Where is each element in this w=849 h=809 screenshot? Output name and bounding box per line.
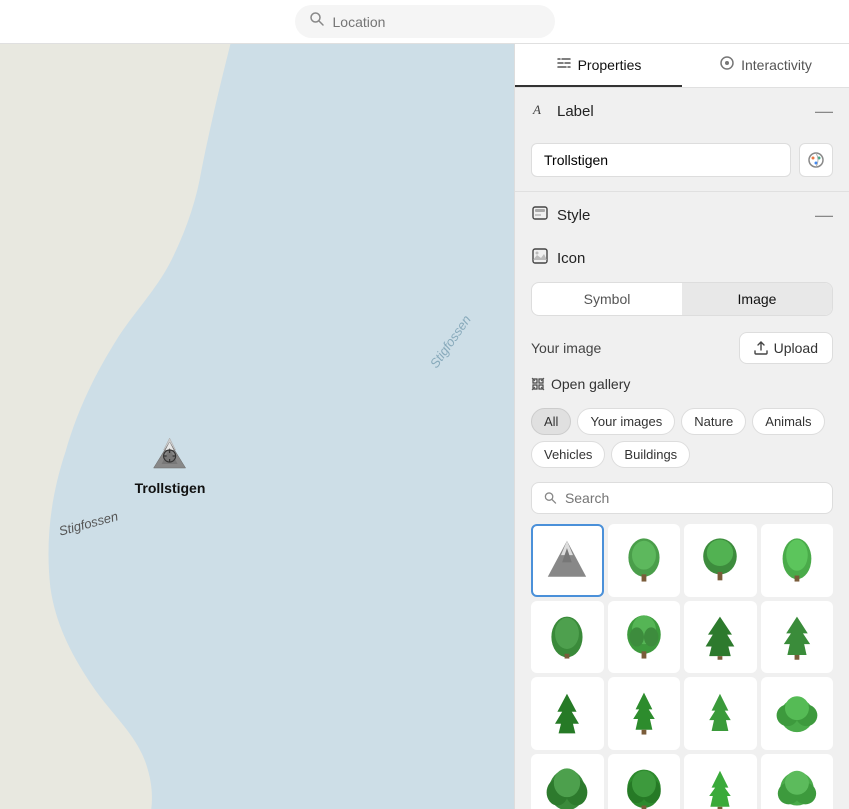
image-cell-pine-4[interactable] — [608, 677, 681, 750]
filter-tag-animals[interactable]: Animals — [752, 408, 824, 435]
properties-icon — [556, 55, 572, 74]
upload-button[interactable]: Upload — [739, 332, 833, 364]
panel-tabs: Properties Interactivity — [515, 44, 849, 88]
filter-tag-all[interactable]: All — [531, 408, 571, 435]
icon-type-toggle: Symbol Image — [531, 282, 833, 316]
filter-tags: All Your images Nature Animals Vehicles … — [515, 402, 849, 478]
svg-text:A: A — [532, 102, 541, 117]
top-bar — [0, 0, 849, 44]
image-cell-tree-1[interactable] — [608, 524, 681, 597]
upload-label: Upload — [774, 340, 818, 356]
image-cell-tree-7[interactable] — [531, 754, 604, 809]
style-title-row: Style — [531, 204, 590, 227]
icon-section-title: Icon — [557, 250, 585, 267]
image-cell-pine-2[interactable] — [761, 601, 834, 674]
main-area: Stigfossen Stigfossen — [0, 44, 849, 809]
style-section-title: Style — [557, 207, 590, 224]
map-area[interactable]: Stigfossen Stigfossen — [0, 44, 514, 809]
image-cell-tree-10[interactable] — [761, 754, 834, 809]
image-cell-pine-1[interactable] — [684, 601, 757, 674]
open-gallery-button[interactable]: Open gallery — [531, 376, 630, 392]
gallery-search[interactable] — [531, 482, 833, 514]
image-cell-tree-8[interactable] — [608, 754, 681, 809]
search-input[interactable] — [333, 14, 541, 30]
gallery-search-icon — [544, 491, 557, 505]
image-cell-mountain[interactable] — [531, 524, 604, 597]
image-cell-tree-2[interactable] — [684, 524, 757, 597]
image-cell-tree-3[interactable] — [761, 524, 834, 597]
image-grid — [515, 524, 849, 809]
image-type-button[interactable]: Image — [682, 283, 832, 315]
style-section-header: Style — — [515, 192, 849, 239]
tab-properties[interactable]: Properties — [515, 44, 682, 87]
your-image-label: Your image — [531, 340, 601, 356]
your-image-row: Your image Upload — [515, 326, 849, 374]
label-input[interactable] — [531, 143, 791, 177]
image-cell-tree-6[interactable] — [684, 677, 757, 750]
image-cell-tree-9[interactable] — [684, 754, 757, 809]
label-section-title: Label — [557, 103, 594, 120]
label-input-area — [515, 135, 849, 191]
interactivity-icon — [719, 55, 735, 74]
label-icon: A — [531, 100, 549, 123]
icon-title-row: Icon — [531, 247, 585, 270]
image-cell-tree-5[interactable] — [608, 601, 681, 674]
filter-tag-buildings[interactable]: Buildings — [611, 441, 690, 468]
style-collapse-button[interactable]: — — [815, 205, 833, 226]
filter-tag-vehicles[interactable]: Vehicles — [531, 441, 605, 468]
marker-icon-svg — [148, 434, 192, 478]
icon-header-icon — [531, 247, 549, 270]
map-marker[interactable]: Trollstigen — [135, 434, 206, 496]
right-panel: Properties Interactivity A — [514, 44, 849, 809]
image-cell-bush[interactable] — [761, 677, 834, 750]
search-box[interactable] — [295, 5, 555, 38]
label-section-header: A Label — — [515, 88, 849, 135]
marker-label: Trollstigen — [135, 480, 206, 496]
filter-tag-your-images[interactable]: Your images — [577, 408, 675, 435]
tab-properties-label: Properties — [578, 57, 642, 73]
icon-header: Icon — [515, 239, 849, 274]
filter-tag-nature[interactable]: Nature — [681, 408, 746, 435]
palette-button[interactable] — [799, 143, 833, 177]
label-title-row: A Label — [531, 100, 594, 123]
icon-subsection: Icon Symbol Image Your image — [515, 239, 849, 809]
open-gallery-row: Open gallery — [515, 374, 849, 402]
image-cell-tree-4[interactable] — [531, 601, 604, 674]
style-icon — [531, 204, 549, 227]
style-section: Style — Icon — [515, 192, 849, 809]
label-section: A Label — — [515, 88, 849, 192]
tab-interactivity-label: Interactivity — [741, 57, 812, 73]
tab-interactivity[interactable]: Interactivity — [682, 44, 849, 87]
image-cell-pine-3[interactable] — [531, 677, 604, 750]
symbol-type-button[interactable]: Symbol — [532, 283, 682, 315]
open-gallery-label: Open gallery — [551, 376, 630, 392]
gallery-search-input[interactable] — [565, 490, 820, 506]
label-collapse-button[interactable]: — — [815, 101, 833, 122]
search-icon — [309, 11, 325, 32]
